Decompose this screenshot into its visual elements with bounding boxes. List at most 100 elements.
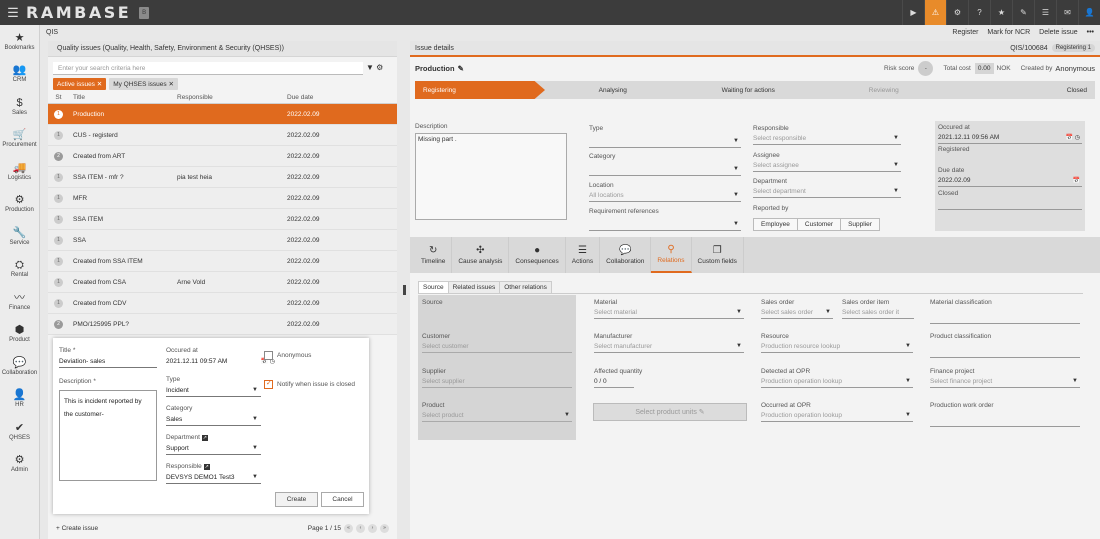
step-waiting-for-actions[interactable]: Waiting for actions xyxy=(681,87,817,94)
sidebar-item-production[interactable]: ⚙ Production xyxy=(0,188,39,221)
sidebar-item-procurement[interactable]: 🛒 Procurement xyxy=(0,123,39,156)
cancel-button[interactable]: Cancel xyxy=(321,492,364,507)
my-issues-chip[interactable]: My QHSES issues ✕ xyxy=(109,78,178,90)
modal-responsible-select[interactable]: DEVSYS DEMO1 Test3 ▼ xyxy=(166,474,261,484)
reported-by-supplier[interactable]: Supplier xyxy=(840,218,880,231)
splitter-handle[interactable] xyxy=(403,285,406,295)
sidebar-item-logistics[interactable]: 🚚 Logistics xyxy=(0,155,39,188)
filter-icon[interactable]: ▼ ⚙ xyxy=(366,63,383,72)
material-class-field[interactable] xyxy=(930,314,1080,324)
material-select[interactable]: Select material ▼ xyxy=(594,309,744,319)
modal-type-select[interactable]: Incident ▼ xyxy=(166,387,261,397)
play-icon[interactable]: ▶ xyxy=(902,0,924,25)
more-button[interactable]: ••• xyxy=(1087,29,1094,36)
occurred-opr-select[interactable]: Production operation lookup ▼ xyxy=(761,412,913,422)
step-closed[interactable]: Closed xyxy=(952,87,1096,94)
mark-ncr-button[interactable]: Mark for NCR xyxy=(987,29,1030,36)
tab-cause-analysis[interactable]: ✣ Cause analysis xyxy=(452,237,510,273)
table-row[interactable]: 2 Created from ART 2022.02.09 xyxy=(48,146,397,167)
notify-checkbox[interactable] xyxy=(264,379,273,389)
responsible-select[interactable]: Select responsible ▼ xyxy=(753,135,901,145)
affected-qty-field[interactable]: 0 / 0 xyxy=(594,378,634,388)
link-icon[interactable]: ✎ xyxy=(1012,0,1034,25)
list-icon[interactable]: ☰ xyxy=(1034,0,1056,25)
table-row[interactable]: 1 Created from SSA ITEM 2022.02.09 xyxy=(48,251,397,272)
search-input[interactable]: Enter your search criteria here xyxy=(53,62,363,75)
sidebar-item-qhses[interactable]: ✔ QHSES xyxy=(0,415,39,448)
star-icon[interactable]: ★ xyxy=(990,0,1012,25)
occured-field[interactable]: 2021.12.11 09:56 AM 📅 ◷ xyxy=(938,134,1082,144)
prod-work-order-field[interactable] xyxy=(930,417,1080,427)
type-select[interactable]: ▼ xyxy=(589,138,741,148)
first-page-icon[interactable]: « xyxy=(344,523,353,533)
reported-by-customer[interactable]: Customer xyxy=(796,218,842,231)
table-row[interactable]: 1 SSA ITEM 2022.02.09 xyxy=(48,209,397,230)
reported-by-employee[interactable]: Employee xyxy=(753,218,798,231)
step-analysing[interactable]: Analysing xyxy=(545,87,681,94)
table-row[interactable]: 1 Created from CSA Arne Vold 2022.02.09 xyxy=(48,272,397,293)
sidebar-item-bookmarks[interactable]: ★ Bookmarks xyxy=(0,25,39,58)
location-select[interactable]: All locations ▼ xyxy=(589,192,741,202)
sidebar-item-crm[interactable]: 👥 CRM xyxy=(0,58,39,91)
sidebar-item-finance[interactable]: 〰 Finance xyxy=(0,285,39,318)
delete-issue-button[interactable]: Delete issue xyxy=(1039,29,1078,36)
modal-occured-input[interactable]: 2021.12.11 09:57 AM 📅 ◷ xyxy=(166,358,275,368)
help-icon[interactable]: ? xyxy=(968,0,990,25)
tab-relations[interactable]: ⚲ Relations xyxy=(651,237,692,273)
anonymous-checkbox[interactable] xyxy=(264,351,273,360)
user-icon[interactable]: 👤 xyxy=(1078,0,1100,25)
detected-opr-select[interactable]: Production operation lookup ▼ xyxy=(761,378,913,388)
category-select[interactable]: ▼ xyxy=(589,166,741,176)
menu-icon[interactable]: ☰ xyxy=(0,5,26,21)
col-title[interactable]: Title xyxy=(66,94,174,103)
product-class-field[interactable] xyxy=(930,348,1080,358)
reqref-select[interactable]: ▼ xyxy=(589,221,741,231)
next-page-icon[interactable]: › xyxy=(368,523,377,533)
due-date-field[interactable]: 2022.02.09 📅 xyxy=(938,177,1082,187)
modal-description-input[interactable]: This is incident reported by the custome… xyxy=(59,390,157,481)
subtab-related-issues[interactable]: Related issues xyxy=(447,281,501,293)
col-due-date[interactable]: Due date xyxy=(284,94,384,103)
sidebar-item-sales[interactable]: $ Sales xyxy=(0,90,39,123)
table-row[interactable]: 1 Created from CDV 2022.02.09 xyxy=(48,293,397,314)
sidebar-item-service[interactable]: 🔧 Service xyxy=(0,220,39,253)
table-row[interactable]: 1 Production 2022.02.09 xyxy=(48,104,397,125)
register-button[interactable]: Register xyxy=(952,29,978,36)
col-responsible[interactable]: Responsible xyxy=(174,94,284,103)
mail-icon[interactable]: ✉ xyxy=(1056,0,1078,25)
department-select[interactable]: Select department ▼ xyxy=(753,188,901,198)
description-field[interactable]: Missing part . xyxy=(415,133,567,220)
subtab-other-relations[interactable]: Other relations xyxy=(499,281,552,293)
sidebar-item-admin[interactable]: ⚙ Admin xyxy=(0,448,39,481)
resource-select[interactable]: Production resource lookup ▼ xyxy=(761,343,913,353)
subtab-source[interactable]: Source xyxy=(418,281,449,293)
sidebar-item-hr[interactable]: 👤 HR xyxy=(0,383,39,416)
sidebar-item-collaboration[interactable]: 💬 Collaboration xyxy=(0,350,39,383)
last-page-icon[interactable]: » xyxy=(380,523,389,533)
step-registering[interactable]: Registering xyxy=(415,81,545,99)
sales-order-select[interactable]: Select sales order ▼ xyxy=(761,309,833,319)
table-row[interactable]: 1 SSA 2022.02.09 xyxy=(48,230,397,251)
prev-page-icon[interactable]: ‹ xyxy=(356,523,365,533)
sidebar-item-rental[interactable]: ⛭ Rental xyxy=(0,253,39,286)
create-button[interactable]: Create xyxy=(275,492,318,507)
sales-order-item-select[interactable]: Select sales order it xyxy=(842,309,914,319)
tab-custom-fields[interactable]: ❐ Custom fields xyxy=(692,237,744,273)
table-row[interactable]: 2 PMO/125995 PPL? 2022.02.09 xyxy=(48,314,397,335)
edit-icon[interactable]: ✎ xyxy=(458,64,464,73)
tab-collaboration[interactable]: 💬 Collaboration xyxy=(600,237,652,273)
table-row[interactable]: 1 CUS - registerd 2022.02.09 xyxy=(48,125,397,146)
select-product-units-button[interactable]: Select product units ✎ xyxy=(593,403,747,421)
app-badge-icon[interactable]: B xyxy=(139,6,150,19)
table-row[interactable]: 1 MFR 2022.02.09 xyxy=(48,188,397,209)
table-row[interactable]: 1 SSA ITEM - mfr ? pia test heia 2022.02.09 xyxy=(48,167,397,188)
create-issue-button[interactable]: + Create issue xyxy=(56,525,98,532)
customer-select[interactable]: Select customer xyxy=(422,343,572,353)
col-status[interactable]: St xyxy=(51,94,66,103)
modal-title-input[interactable]: Deviation- sales xyxy=(59,358,157,368)
step-reviewing[interactable]: Reviewing xyxy=(816,87,952,94)
active-issues-chip[interactable]: Active issues ✕ xyxy=(53,78,107,90)
supplier-select[interactable]: Select supplier xyxy=(422,378,572,388)
assignee-select[interactable]: Select assignee ▼ xyxy=(753,162,901,172)
manufacturer-select[interactable]: Select manufacturer ▼ xyxy=(594,343,744,353)
